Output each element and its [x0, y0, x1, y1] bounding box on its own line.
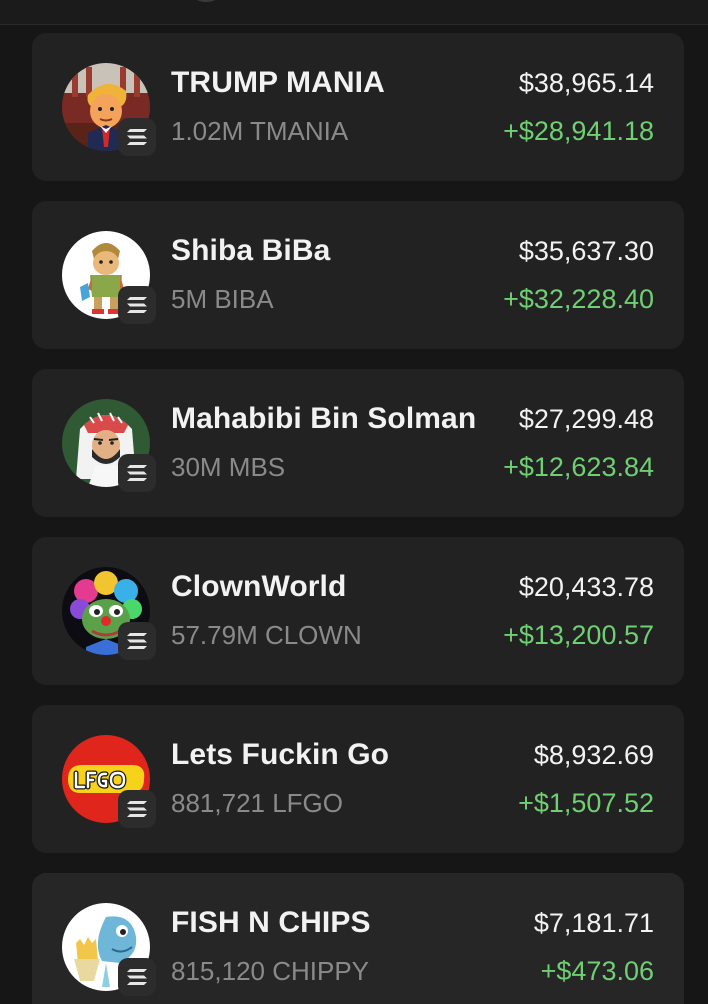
token-change: +$473.06 — [540, 956, 654, 986]
token-value: $35,637.30 — [518, 236, 654, 266]
top-bar — [0, 0, 708, 25]
solana-icon — [118, 454, 156, 492]
top-indicator — [192, 0, 220, 2]
solana-icon — [118, 958, 156, 996]
token-value: $20,433.78 — [518, 572, 654, 602]
token-avatar — [62, 399, 156, 492]
token-row-biba[interactable]: Shiba BiBa 5M BIBA $35,637.30 +$32,228.4… — [32, 201, 684, 349]
token-change: +$13,200.57 — [503, 620, 654, 650]
token-avatar — [62, 567, 156, 660]
token-row-chippy[interactable]: FISH N CHIPS 815,120 CHIPPY $7,181.71 +$… — [32, 873, 684, 1004]
token-name: ClownWorld — [171, 570, 347, 603]
solana-icon — [118, 286, 156, 324]
token-change: +$1,507.52 — [518, 788, 654, 818]
token-change: +$12,623.84 — [503, 452, 654, 482]
token-avatar — [62, 735, 156, 828]
token-holding: 815,120 CHIPPY — [171, 956, 370, 986]
solana-icon — [118, 622, 156, 660]
token-name: Shiba BiBa — [171, 234, 331, 267]
token-value: $8,932.69 — [533, 740, 654, 770]
token-holding: 881,721 LFGO — [171, 788, 343, 818]
token-row-tmania[interactable]: TRUMP MANIA 1.02M TMANIA $38,965.14 +$28… — [32, 33, 684, 181]
solana-icon — [118, 118, 156, 156]
token-row-clown[interactable]: ClownWorld 57.79M CLOWN $20,433.78 +$13,… — [32, 537, 684, 685]
token-name: FISH N CHIPS — [171, 906, 371, 939]
token-holding: 5M BIBA — [171, 284, 274, 314]
token-row-mbs[interactable]: Mahabibi Bin Solman 30M MBS $27,299.48 +… — [32, 369, 684, 517]
token-row-lfgo[interactable]: Lets Fuckin Go 881,721 LFGO $8,932.69 +$… — [32, 705, 684, 853]
token-avatar — [62, 231, 156, 324]
token-change: +$28,941.18 — [503, 116, 654, 146]
token-name: TRUMP MANIA — [171, 66, 385, 99]
token-holding: 30M MBS — [171, 452, 286, 482]
token-avatar — [62, 63, 156, 156]
solana-icon — [118, 790, 156, 828]
token-name: Lets Fuckin Go — [171, 738, 390, 771]
token-value: $38,965.14 — [518, 68, 654, 98]
token-value: $27,299.48 — [518, 404, 654, 434]
token-list-screen: TRUMP MANIA 1.02M TMANIA $38,965.14 +$28… — [0, 0, 708, 1004]
token-name: Mahabibi Bin Solman — [171, 402, 477, 435]
token-avatar — [62, 903, 156, 996]
token-holding: 57.79M CLOWN — [171, 620, 362, 650]
token-holding: 1.02M TMANIA — [171, 116, 349, 146]
token-change: +$32,228.40 — [503, 284, 654, 314]
token-value: $7,181.71 — [533, 908, 654, 938]
